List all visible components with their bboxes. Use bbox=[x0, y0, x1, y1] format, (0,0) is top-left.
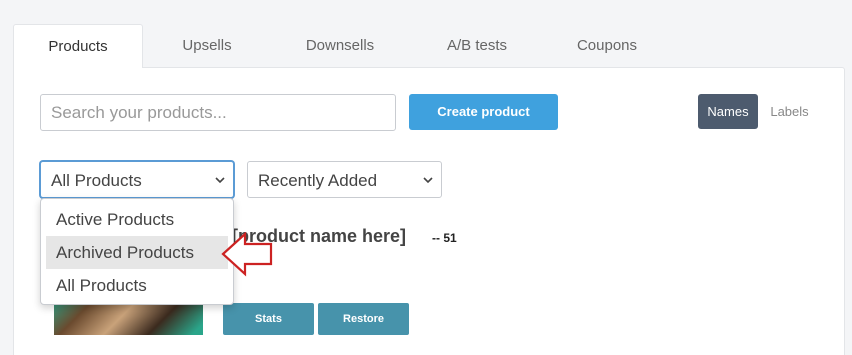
tab-upsells[interactable]: Upsells bbox=[143, 24, 271, 68]
annotation-arrow-icon bbox=[221, 232, 273, 277]
product-count: -- 51 bbox=[432, 231, 457, 245]
search-input[interactable]: Search your products... bbox=[40, 94, 396, 131]
stats-button[interactable]: Stats bbox=[223, 303, 314, 335]
tab-coupons[interactable]: Coupons bbox=[545, 24, 669, 68]
labels-toggle-button[interactable]: Labels bbox=[762, 94, 817, 129]
status-filter-select[interactable]: All Products bbox=[40, 161, 234, 198]
tab-bar: Products Upsells Downsells A/B tests Cou… bbox=[13, 24, 669, 68]
status-dropdown-menu: Active Products Archived Products All Pr… bbox=[40, 198, 234, 305]
sort-value: Recently Added bbox=[258, 171, 378, 190]
option-active-products[interactable]: Active Products bbox=[46, 203, 228, 236]
names-toggle-button[interactable]: Names bbox=[698, 94, 758, 129]
tab-ab-tests[interactable]: A/B tests bbox=[409, 24, 545, 68]
create-product-button[interactable]: Create product bbox=[409, 94, 558, 130]
tab-downsells[interactable]: Downsells bbox=[271, 24, 409, 68]
restore-button[interactable]: Restore bbox=[318, 303, 409, 335]
tab-products[interactable]: Products bbox=[13, 24, 143, 68]
status-filter-value: All Products bbox=[51, 171, 142, 190]
option-archived-products[interactable]: Archived Products bbox=[46, 236, 228, 269]
chevron-down-icon bbox=[423, 162, 433, 214]
option-all-products[interactable]: All Products bbox=[46, 269, 228, 302]
sort-select[interactable]: Recently Added bbox=[247, 161, 442, 198]
